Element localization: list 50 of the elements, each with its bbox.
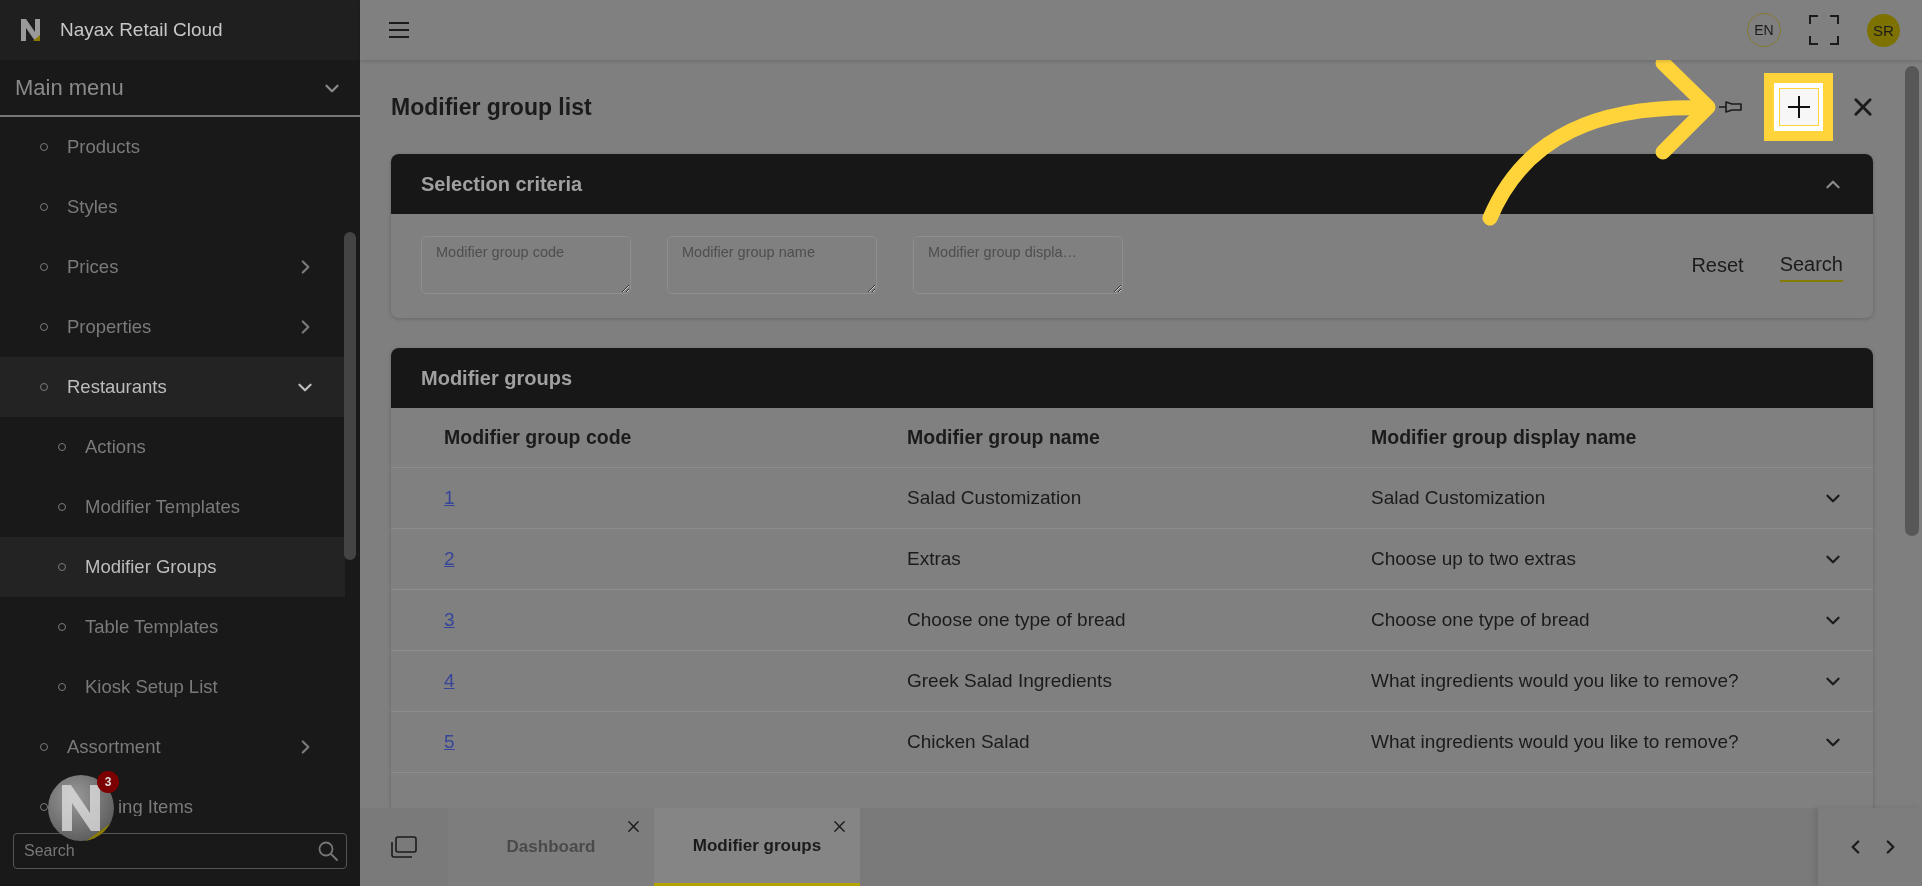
fullscreen-icon[interactable]	[1809, 15, 1839, 45]
logo-icon	[20, 18, 42, 42]
sidebar-item[interactable]: Prices	[0, 237, 345, 297]
menu-icon[interactable]	[388, 21, 410, 39]
close-icon[interactable]	[627, 820, 640, 833]
page-title: Modifier group list	[391, 93, 593, 121]
table-cell-text: Salad Customization	[907, 487, 1083, 509]
column-header[interactable]: Modifier group name	[907, 426, 1371, 449]
plus-icon	[1786, 95, 1811, 119]
code-link[interactable]: 2	[444, 548, 455, 569]
scrollbar-thumb[interactable]	[344, 232, 356, 560]
sidebar-item[interactable]: Actions	[0, 417, 345, 477]
code-link[interactable]: 4	[444, 670, 455, 691]
search-icon	[318, 841, 338, 861]
sidebar-item[interactable]: Kiosk Setup List	[0, 657, 345, 717]
card-header: Modifier groups	[391, 348, 1873, 408]
table-cell-text: What ingredients would you like to remove?	[1371, 670, 1740, 692]
sidebar-item[interactable]: Modifier Groups	[0, 537, 345, 597]
search-field[interactable]: Search	[13, 833, 347, 869]
sidebar-item[interactable]: Properties	[0, 297, 345, 357]
main-menu-header[interactable]: Main menu	[0, 60, 360, 117]
tab[interactable]: Modifier groups	[654, 808, 860, 886]
scrollbar-thumb[interactable]	[1905, 66, 1919, 536]
pin-icon[interactable]	[1718, 98, 1744, 116]
app-title: Nayax Retail Cloud	[60, 19, 223, 41]
card-header[interactable]: Selection criteria	[391, 154, 1873, 214]
code-link[interactable]: 1	[444, 487, 455, 508]
table-cell-text: Choose one type of bread	[1371, 609, 1591, 631]
search-button[interactable]: Search	[1779, 248, 1843, 282]
code-link[interactable]: 3	[444, 609, 455, 630]
code-link[interactable]: 5	[444, 731, 455, 752]
sidebar-item[interactable]: Table Templates	[0, 597, 345, 657]
table-cell-text: What ingredients would you like to remove?	[1371, 731, 1740, 753]
sidebar-item[interactable]: Products	[0, 117, 345, 177]
user-avatar[interactable]: SR	[1867, 13, 1900, 47]
table-cell-text: Choose one type of bread	[907, 609, 1127, 631]
close-icon[interactable]	[833, 820, 846, 833]
table-cell-text: Choose up to two extras	[1371, 548, 1577, 570]
column-header[interactable]: Modifier group code	[444, 426, 907, 449]
reset-button[interactable]: Reset	[1691, 249, 1744, 281]
sidebar-item[interactable]: Styles	[0, 177, 345, 237]
sidebar-item[interactable]: Modifier Templates	[0, 477, 345, 537]
table-cell-text: Salad Customization	[1371, 487, 1547, 509]
table-cell-text: Chicken Salad	[907, 731, 1031, 753]
table-cell-text: Greek Salad Ingredients	[907, 670, 1113, 692]
table-cell-text: Extras	[907, 548, 962, 570]
windows-icon[interactable]	[391, 836, 417, 858]
sidebar-item[interactable]: Restaurants	[0, 357, 345, 417]
close-icon[interactable]	[1853, 97, 1873, 117]
column-header[interactable]: Modifier group display name	[1371, 426, 1823, 449]
